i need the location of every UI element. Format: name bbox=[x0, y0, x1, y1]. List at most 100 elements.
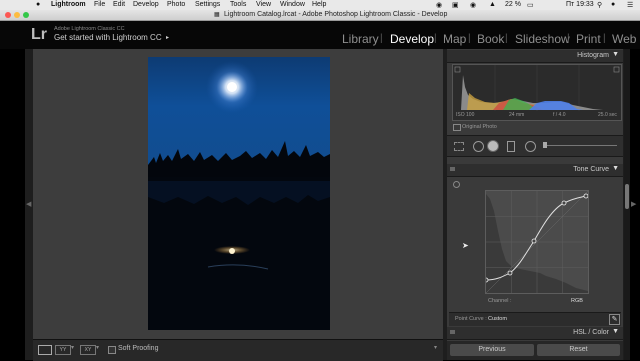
zoom-window-button[interactable] bbox=[23, 12, 29, 18]
clock[interactable]: Пт 19:33 bbox=[566, 1, 594, 8]
histogram-header[interactable]: Histogram ▼ bbox=[447, 50, 623, 63]
battery-icon[interactable]: ▭ bbox=[527, 1, 534, 9]
scrollbar-thumb[interactable] bbox=[625, 184, 629, 209]
app-menu[interactable]: Lightroom bbox=[51, 1, 86, 8]
left-panel-toggle-icon[interactable]: ◀ bbox=[26, 200, 31, 208]
battery-percent: 22 % bbox=[505, 1, 521, 8]
menu-edit[interactable]: Edit bbox=[113, 1, 125, 8]
module-separator: | bbox=[603, 33, 606, 44]
close-window-button[interactable] bbox=[5, 12, 11, 18]
hsl-header[interactable]: HSL / Color ▼ bbox=[447, 327, 623, 340]
status-icon[interactable]: ◉ bbox=[470, 1, 476, 9]
module-separator: | bbox=[380, 33, 383, 44]
adjustment-brush-slider[interactable] bbox=[543, 145, 617, 146]
photo-preview[interactable] bbox=[148, 57, 330, 330]
panel-switch-icon[interactable] bbox=[450, 330, 455, 334]
panel-switch-icon[interactable] bbox=[450, 167, 455, 171]
toolbar-menu-icon[interactable]: ▾ bbox=[434, 344, 437, 351]
hsl-title: HSL / Color bbox=[573, 329, 609, 336]
module-develop[interactable]: Develop bbox=[390, 32, 434, 46]
soft-proofing-label: Soft Proofing bbox=[118, 345, 159, 352]
focal-length: 24 mm bbox=[509, 112, 525, 118]
module-print[interactable]: Print bbox=[576, 32, 601, 46]
previous-button[interactable]: Previous bbox=[450, 344, 534, 356]
collapse-triangle-icon[interactable]: ▼ bbox=[612, 165, 619, 172]
status-icon[interactable]: ▣ bbox=[452, 1, 459, 9]
wifi-icon[interactable]: ▲ bbox=[489, 1, 496, 8]
window-title: Lightroom Catalog.lrcat - Adobe Photosho… bbox=[224, 11, 448, 18]
crop-tool-icon[interactable] bbox=[454, 142, 464, 151]
graduated-filter-icon[interactable] bbox=[507, 141, 515, 152]
menu-tools[interactable]: Tools bbox=[230, 1, 246, 8]
edit-point-curve-icon[interactable]: ✎ bbox=[609, 314, 620, 325]
tool-strip bbox=[447, 135, 623, 157]
spot-removal-icon[interactable] bbox=[473, 141, 484, 152]
collapse-triangle-icon[interactable]: ▼ bbox=[612, 51, 619, 58]
original-photo-icon[interactable] bbox=[453, 124, 461, 131]
bottom-toolbar: YY ▾ XY ▾ Soft Proofing ▾ bbox=[33, 339, 443, 361]
product-name: Adobe Lightroom Classic CC bbox=[54, 26, 125, 32]
shutter-speed: 25.0 sec bbox=[598, 112, 617, 118]
module-map[interactable]: Map bbox=[443, 32, 466, 46]
module-separator: | bbox=[468, 33, 471, 44]
before-after-icon[interactable]: YY bbox=[55, 345, 71, 355]
chevron-right-icon: ▸ bbox=[166, 35, 170, 41]
radial-filter-icon[interactable] bbox=[525, 141, 536, 152]
window-title-bar: ▦ Lightroom Catalog.lrcat - Adobe Photos… bbox=[0, 10, 640, 21]
menu-window[interactable]: Window bbox=[280, 1, 305, 8]
reset-button[interactable]: Reset bbox=[537, 344, 620, 356]
tone-curve-header[interactable]: Tone Curve ▼ bbox=[447, 164, 623, 177]
module-web[interactable]: Web bbox=[612, 32, 636, 46]
target-adjustment-icon[interactable] bbox=[453, 181, 460, 188]
soft-proofing-checkbox[interactable] bbox=[108, 346, 116, 354]
aperture-value: f / 4.0 bbox=[553, 112, 566, 118]
tone-curve-chart bbox=[486, 191, 588, 293]
night-lake-photo bbox=[148, 61, 330, 330]
compare-view-icon[interactable]: XY bbox=[80, 345, 96, 355]
adjustment-brush-icon[interactable] bbox=[543, 142, 547, 148]
menu-photo[interactable]: Photo bbox=[167, 1, 185, 8]
tone-curve-title: Tone Curve bbox=[573, 166, 609, 173]
get-started-link[interactable]: Get started with Lightroom CC bbox=[54, 33, 162, 42]
histogram-graph[interactable]: ISO 100 24 mm f / 4.0 25.0 sec bbox=[452, 64, 622, 121]
menu-file[interactable]: File bbox=[94, 1, 105, 8]
lightroom-logo: Lr bbox=[31, 26, 47, 43]
chevron-down-icon[interactable]: ▾ bbox=[96, 344, 99, 351]
document-icon: ▦ bbox=[214, 12, 220, 18]
red-eye-icon[interactable] bbox=[487, 140, 499, 152]
histogram-title: Histogram bbox=[577, 52, 609, 59]
right-panel: Histogram ▼ ISO 100 24 mm f / 4.0 25.0 s… bbox=[447, 49, 623, 360]
point-curve-row: Point Curve : Custom ✎ bbox=[449, 312, 621, 326]
module-separator: | bbox=[505, 33, 508, 44]
module-slideshow[interactable]: Slideshow bbox=[515, 32, 570, 46]
loupe-view-icon[interactable] bbox=[38, 345, 52, 355]
search-icon[interactable]: ⚲ bbox=[597, 1, 602, 9]
channel-label: Channel : bbox=[488, 298, 512, 304]
channel-select[interactable]: RGB bbox=[571, 298, 583, 304]
module-book[interactable]: Book bbox=[477, 32, 504, 46]
tone-curve-graph[interactable] bbox=[485, 190, 589, 294]
apple-icon[interactable]: ● bbox=[36, 1, 40, 8]
menu-help[interactable]: Help bbox=[312, 1, 326, 8]
menu-view[interactable]: View bbox=[256, 1, 271, 8]
mouse-cursor-icon: ➤ bbox=[462, 241, 469, 250]
point-curve-label: Point Curve : bbox=[455, 316, 487, 322]
histogram-chart bbox=[454, 65, 620, 111]
status-icon[interactable]: ◉ bbox=[436, 1, 442, 9]
point-curve-select[interactable]: Custom bbox=[488, 316, 507, 322]
module-library[interactable]: Library bbox=[342, 32, 379, 46]
menu-develop[interactable]: Develop bbox=[133, 1, 159, 8]
collapse-triangle-icon[interactable]: ▼ bbox=[612, 328, 619, 335]
user-icon[interactable]: ● bbox=[611, 1, 615, 8]
minimize-window-button[interactable] bbox=[14, 12, 20, 18]
right-panel-toggle-icon[interactable]: ▶ bbox=[631, 200, 636, 208]
panel-footer: Previous Reset bbox=[447, 341, 623, 360]
original-photo-label: Original Photo bbox=[462, 124, 497, 130]
right-panel-scrollbar[interactable] bbox=[624, 49, 630, 360]
menu-settings[interactable]: Settings bbox=[195, 1, 220, 8]
menu-list-icon[interactable]: ☰ bbox=[627, 1, 633, 9]
iso-value: ISO 100 bbox=[456, 112, 475, 118]
module-separator: | bbox=[434, 33, 437, 44]
module-separator: | bbox=[567, 33, 570, 44]
chevron-down-icon[interactable]: ▾ bbox=[71, 344, 74, 351]
